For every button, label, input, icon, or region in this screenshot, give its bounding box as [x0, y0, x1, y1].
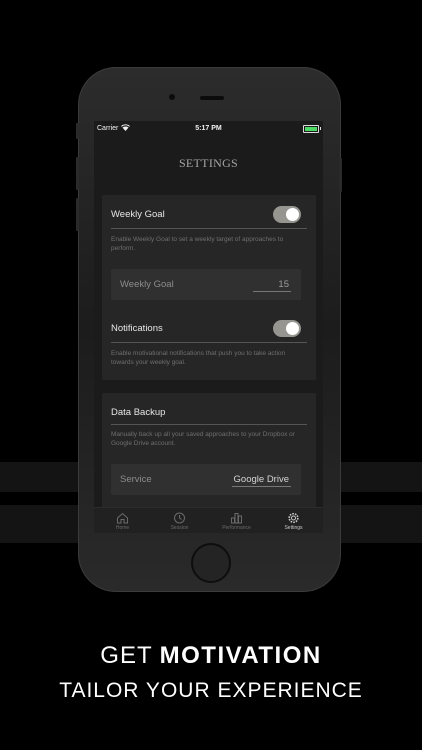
divider [111, 342, 307, 343]
weekly-goal-value[interactable]: 15 [253, 279, 291, 292]
tab-session[interactable]: Session [151, 508, 208, 533]
weekly-goal-description: Enable Weekly Goal to set a weekly targe… [111, 236, 284, 252]
promo-headline: GET MOTIVATION [0, 642, 422, 670]
volume-down-button [76, 198, 79, 231]
promo-subheadline: TAILOR YOUR EXPERIENCE [59, 679, 363, 702]
gear-icon [288, 512, 299, 524]
data-backup-label: Data Backup [111, 407, 166, 418]
status-bar: Carrier 5:17 PM [94, 121, 323, 137]
tab-performance-label: Performance [222, 525, 251, 531]
tab-home[interactable]: Home [94, 508, 151, 533]
divider [111, 424, 307, 425]
divider [111, 228, 307, 229]
service-field[interactable]: Service Google Drive [111, 464, 301, 495]
app-screen: Carrier 5:17 PM SETTINGS Weekly Goal Ena… [94, 121, 323, 533]
weekly-goal-field-label: Weekly Goal [120, 279, 174, 290]
tab-session-label: Session [170, 525, 189, 531]
volume-up-button [76, 157, 79, 190]
weekly-goal-label: Weekly Goal [111, 209, 165, 220]
mute-switch [76, 123, 79, 139]
tab-performance[interactable]: Performance [208, 508, 265, 533]
service-value[interactable]: Google Drive [231, 474, 291, 487]
service-field-label: Service [120, 474, 152, 485]
tab-settings[interactable]: Settings [265, 508, 322, 533]
notifications-description: Enable motivational notifications that p… [111, 350, 286, 366]
tab-home-label: Home [115, 525, 130, 531]
home-icon [117, 512, 128, 524]
tab-settings-label: Settings [284, 525, 303, 531]
data-backup-description: Manually back up all your saved approach… [111, 431, 295, 447]
battery-icon [303, 125, 321, 133]
tab-bar: Home Session Performance Settings [94, 507, 323, 533]
timer-icon [174, 512, 185, 524]
promo-headline-light: GET [100, 642, 153, 669]
home-button[interactable] [191, 543, 231, 583]
front-camera [169, 94, 175, 100]
page-title: SETTINGS [178, 156, 239, 170]
toggle-knob [286, 208, 299, 221]
weekly-goal-field[interactable]: Weekly Goal 15 [111, 269, 301, 300]
goals-card: Weekly Goal Enable Weekly Goal to set a … [102, 195, 316, 380]
promo-headline-bold: MOTIVATION [159, 642, 322, 669]
power-button [339, 158, 342, 192]
earpiece-speaker [200, 96, 224, 100]
clock-time: 5:17 PM [195, 125, 222, 132]
notifications-label: Notifications [111, 323, 163, 334]
notifications-toggle[interactable] [273, 320, 301, 337]
weekly-goal-toggle[interactable] [273, 206, 301, 223]
bar-chart-icon [231, 513, 242, 524]
toggle-knob [286, 322, 299, 335]
